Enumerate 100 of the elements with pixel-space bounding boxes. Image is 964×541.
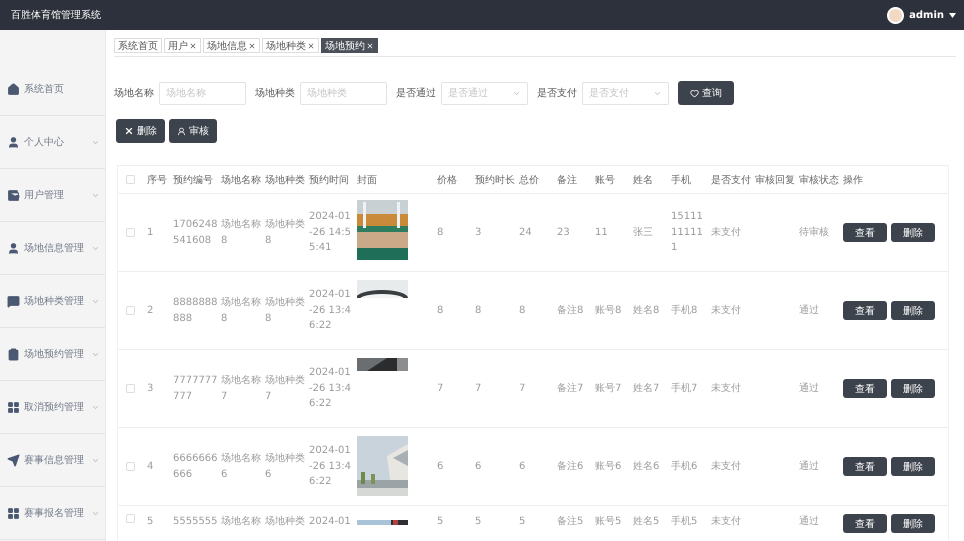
table-cell-text: 未支付 — [710, 304, 742, 318]
table-cell-text: 场地种类7 — [264, 374, 306, 404]
view-button[interactable]: 查看 — [843, 301, 887, 320]
table-cell-text: 场地种类6 — [264, 452, 306, 482]
user-menu[interactable]: admin — [909, 10, 944, 20]
table-cell-text: 2024-01-26 13:46:22 — [308, 288, 352, 334]
table-cell-text: 1 — [146, 226, 154, 240]
table-cell-text: 4 — [146, 460, 154, 474]
table-cell-text: 2 — [146, 304, 154, 318]
clipboard-icon — [7, 348, 20, 360]
table-cell-text: 24 — [518, 226, 533, 240]
column-header: 预约时长 — [474, 174, 516, 186]
table-cell-text: 2024-01-26 13:46:22 — [308, 366, 352, 412]
sidebar-item[interactable]: 场地预约管理 — [0, 328, 105, 381]
table-cell-text: 7777777777 — [172, 374, 218, 404]
tab[interactable]: 场地种类 — [262, 38, 319, 53]
tab[interactable]: 场地信息 — [203, 38, 260, 53]
audit-button[interactable]: 审核 — [169, 119, 217, 143]
filter-input[interactable]: 场地种类 — [300, 82, 387, 104]
table-cell-text: 待审核 — [798, 226, 830, 240]
column-header: 操作 — [842, 174, 864, 186]
checkbox[interactable] — [126, 228, 135, 237]
table-cell-text: 7 — [518, 382, 526, 396]
tab[interactable]: 系统首页 — [114, 38, 162, 53]
column-header: 序号 — [146, 174, 168, 186]
tab[interactable]: 场地预约 — [321, 38, 378, 53]
view-button[interactable]: 查看 — [843, 223, 887, 242]
column-header: 总价 — [518, 174, 540, 186]
delete-button[interactable]: 删除 — [891, 223, 935, 242]
column-header: 手机 — [670, 174, 692, 186]
wallet-icon — [7, 188, 20, 202]
sidebar-item[interactable]: 个人中心 — [0, 116, 105, 169]
sidebar-item[interactable]: 取消预约管理 — [0, 381, 105, 434]
table-cell-text: 张三 — [632, 226, 654, 240]
column-header: 场地种类 — [264, 174, 306, 186]
table-cell-text: 场地名称8 — [220, 218, 262, 248]
table-cell-text: 账号8 — [594, 304, 622, 318]
column-header: 备注 — [556, 174, 578, 186]
checkbox[interactable] — [126, 175, 135, 184]
avatar[interactable] — [887, 6, 904, 24]
tab[interactable]: 用户 — [164, 38, 201, 53]
table-cell-text: 账号7 — [594, 382, 622, 396]
sidebar-item[interactable]: 赛事报名管理 — [0, 487, 105, 540]
close-icon[interactable] — [189, 42, 197, 50]
search-button[interactable]: 查询 — [678, 81, 734, 105]
table-cell-text: 5 — [436, 515, 444, 529]
sidebar-item[interactable]: 赛事信息管理 — [0, 434, 105, 487]
paper-plane-icon — [7, 454, 20, 466]
column-header: 账号 — [594, 174, 616, 186]
table-cell-text: 2024-01 — [308, 515, 352, 529]
close-icon[interactable] — [248, 42, 256, 50]
chat-icon — [7, 294, 20, 308]
table-cell-text: 场地名称6 — [220, 452, 262, 482]
table-cell-text: 姓名7 — [632, 382, 660, 396]
sidebar-item[interactable]: 场地信息管理 — [0, 222, 105, 275]
table-cell-text: 6 — [474, 460, 482, 474]
table-cell-text: 5 — [146, 515, 154, 529]
table-cell-text: 1706248541608 — [172, 218, 218, 248]
table-cell-text: 2024-01-26 13:46:22 — [308, 444, 352, 490]
view-button[interactable]: 查看 — [843, 457, 887, 476]
checkbox[interactable] — [126, 306, 135, 315]
table-cell-text: 8 — [436, 226, 444, 240]
table-cell-text: 账号5 — [594, 514, 622, 529]
sidebar-item[interactable]: 场地种类管理 — [0, 275, 105, 328]
table-cell-text: 6666666666 — [172, 452, 218, 482]
sidebar-item[interactable]: 用户管理 — [0, 169, 105, 222]
column-header: 姓名 — [632, 174, 654, 186]
table-cell-text: 未支付 — [710, 226, 742, 240]
close-icon[interactable] — [307, 42, 315, 50]
table-cell-text: 场地名称 — [220, 514, 262, 529]
table-cell-text: 备注5 — [556, 514, 584, 529]
checkbox[interactable] — [126, 462, 135, 471]
table-cell-text: 通过 — [798, 304, 820, 318]
table-cell-text: 账号6 — [594, 460, 622, 474]
delete-button[interactable]: 删除 — [891, 301, 935, 320]
table-cell-text: 场地名称8 — [220, 296, 262, 326]
table-cell-text: 6 — [436, 460, 444, 474]
delete-button[interactable]: 删除 — [891, 379, 935, 398]
table-cell-text: 2024-01-26 14:55:41 — [308, 210, 352, 256]
grid-icon — [7, 400, 20, 414]
checkbox[interactable] — [126, 384, 135, 393]
person-icon — [7, 136, 20, 148]
view-button[interactable]: 查看 — [843, 514, 887, 533]
close-icon — [124, 126, 134, 136]
view-button[interactable]: 查看 — [843, 379, 887, 398]
delete-button[interactable]: 删除 — [891, 514, 935, 533]
column-header: 是否支付 — [710, 174, 752, 186]
filter-label: 是否支付 — [537, 86, 577, 100]
column-header: 价格 — [436, 174, 458, 186]
sidebar-item[interactable]: 系统首页 — [0, 63, 105, 116]
table-cell-text: 未支付 — [710, 382, 742, 396]
checkbox[interactable] — [126, 514, 135, 523]
delete-button[interactable]: 删除 — [891, 457, 935, 476]
table-cell-text: 备注6 — [556, 460, 584, 474]
table-cell-text: 通过 — [798, 514, 820, 529]
filter-input[interactable]: 场地名称 — [159, 82, 246, 104]
table-cell-text: 7 — [474, 382, 482, 396]
table-cell-text: 8 — [474, 304, 482, 318]
delete-button[interactable]: 删除 — [116, 119, 165, 143]
table-cell-text: 备注8 — [556, 304, 584, 318]
